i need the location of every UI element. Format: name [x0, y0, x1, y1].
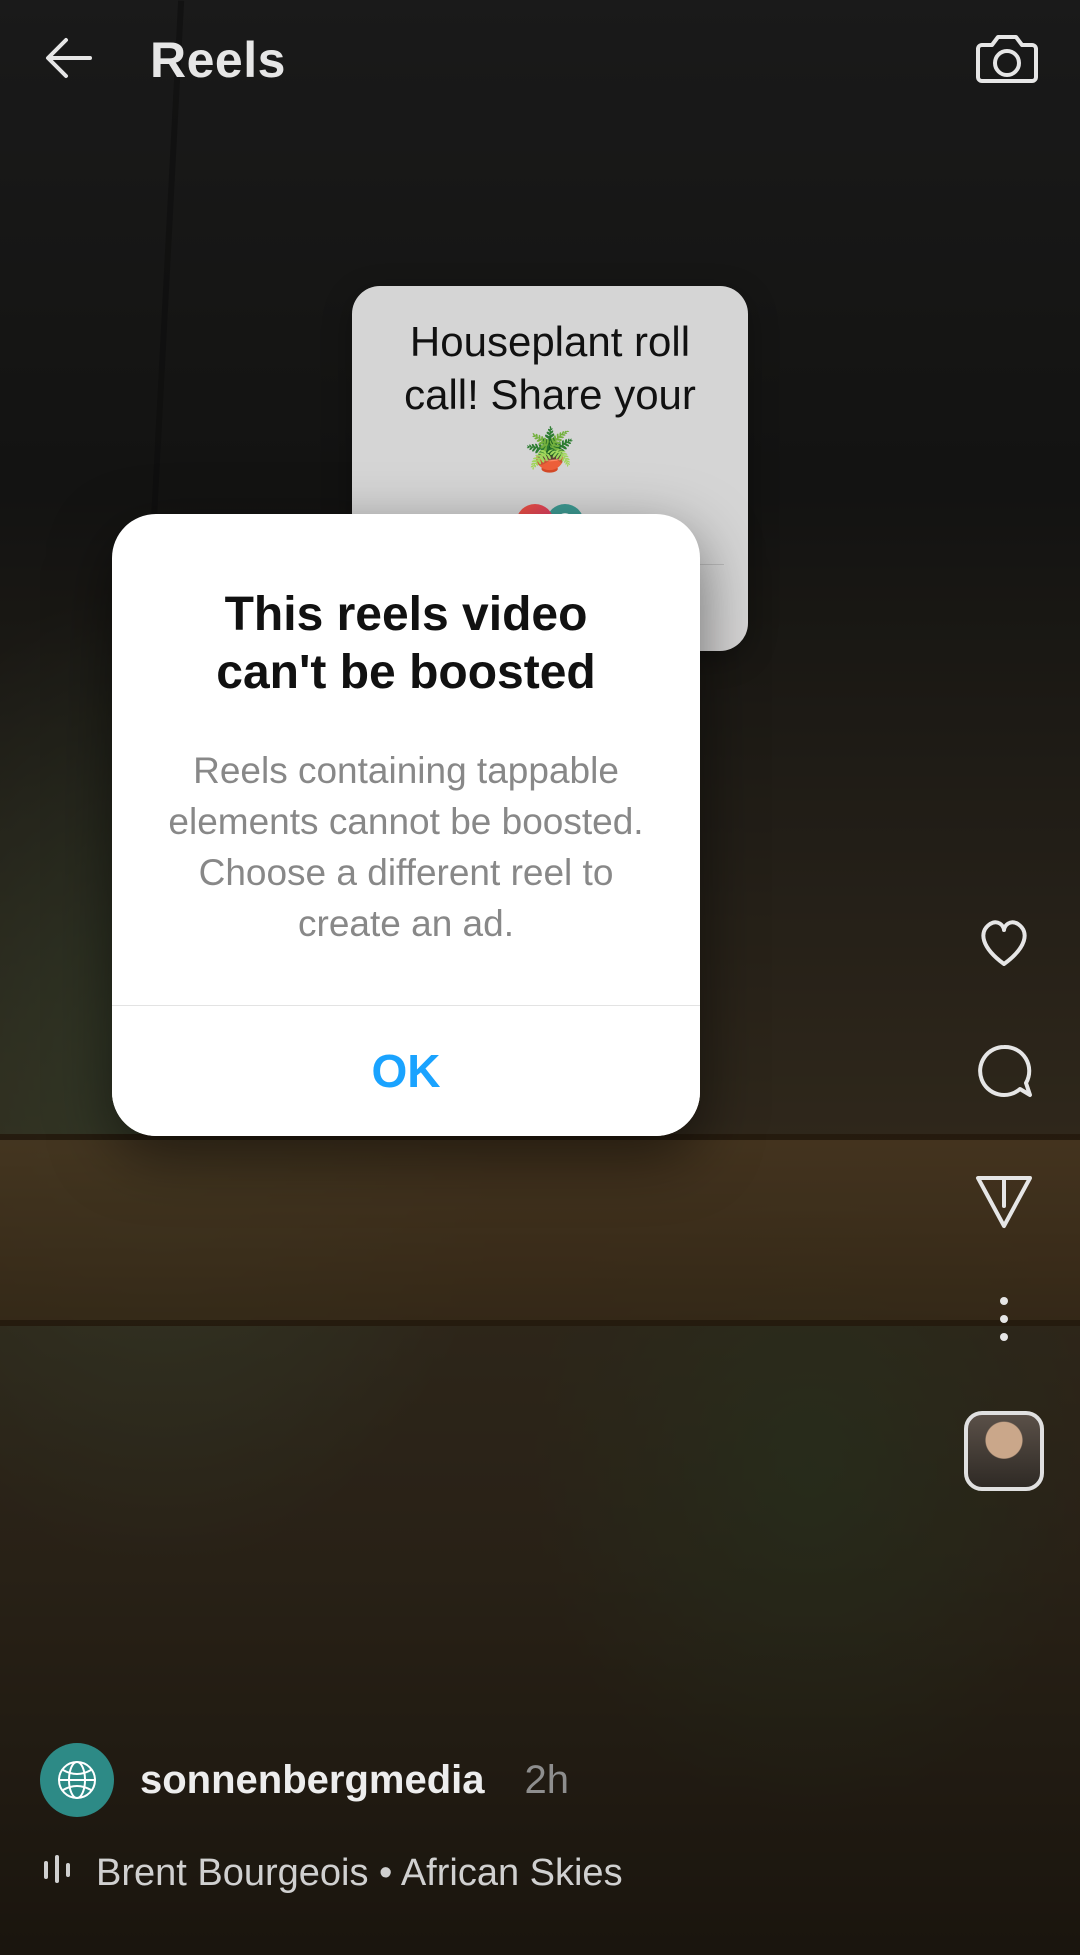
reel-meta: sonnenbergmedia 2h Brent Bourgeois • Afr… — [40, 1743, 920, 1895]
author-row[interactable]: sonnenbergmedia 2h — [40, 1743, 920, 1817]
camera-icon[interactable] — [974, 25, 1040, 96]
plant-emoji: 🪴 — [524, 424, 576, 477]
ok-button[interactable]: OK — [112, 1006, 700, 1136]
alert-dialog: This reels video can't be boosted Reels … — [112, 514, 700, 1136]
sticker-text: Houseplant roll call! Share your 🪴 — [376, 316, 724, 476]
top-bar: Reels — [0, 0, 1080, 120]
audio-bars-icon — [40, 1851, 74, 1895]
audio-track-label: Brent Bourgeois • African Skies — [96, 1852, 623, 1895]
alert-title-line-1: This reels video — [225, 588, 588, 641]
post-timestamp: 2h — [525, 1758, 570, 1803]
sticker-text-line-2: call! Share your — [404, 371, 696, 418]
screen: Reels Houseplant roll call! Share your 🪴 — [0, 0, 1080, 1955]
page-title: Reels — [150, 31, 286, 89]
author-username[interactable]: sonnenbergmedia — [140, 1758, 485, 1803]
alert-body: Reels containing tappable elements canno… — [160, 745, 652, 949]
audio-thumbnail[interactable] — [964, 1411, 1044, 1491]
avatar[interactable] — [40, 1743, 114, 1817]
action-rail — [964, 910, 1044, 1491]
alert-title: This reels video can't be boosted — [160, 586, 652, 701]
audio-row[interactable]: Brent Bourgeois • African Skies — [40, 1851, 920, 1895]
alert-content: This reels video can't be boosted Reels … — [112, 514, 700, 1005]
more-vertical-icon[interactable] — [1000, 1297, 1008, 1341]
heart-icon[interactable] — [972, 910, 1036, 979]
comment-icon[interactable] — [972, 1039, 1036, 1108]
back-arrow-icon[interactable] — [40, 28, 100, 93]
sticker-text-line-1: Houseplant roll — [410, 318, 690, 365]
alert-title-line-2: can't be boosted — [216, 646, 595, 699]
send-icon[interactable] — [972, 1168, 1036, 1237]
